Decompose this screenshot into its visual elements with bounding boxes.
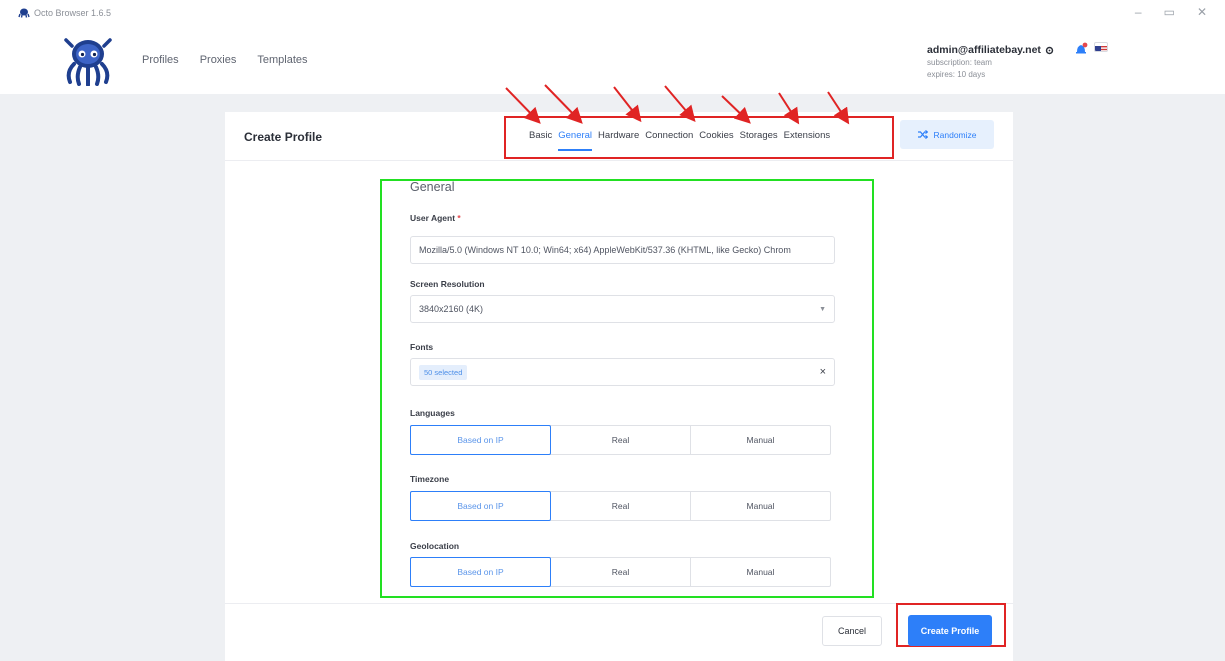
minimize-button[interactable]: – [1135,5,1142,19]
screen-resolution-select[interactable]: 3840x2160 (4K) ▼ [410,295,835,323]
window-controls: – ▭ ✕ [1135,5,1207,19]
required-marker: * [457,213,461,223]
window-titlebar: Octo Browser 1.6.5 – ▭ ✕ [0,0,1225,26]
app-header: Profiles Proxies Templates admin@affilia… [0,26,1225,94]
chevron-down-icon: ▼ [819,305,826,313]
app-title: Octo Browser 1.6.5 [18,8,111,18]
languages-option-based-on-ip[interactable]: Based on IP [410,425,551,455]
geolocation-option-based-on-ip[interactable]: Based on IP [410,557,551,587]
geolocation-option-real[interactable]: Real [551,558,691,586]
close-button[interactable]: ✕ [1197,5,1207,19]
section-title: General [410,180,455,194]
account-info: admin@affiliatebay.net subscription: tea… [927,44,1054,80]
user-agent-label-text: User Agent [410,213,456,223]
geolocation-segmented-control: Based on IP Real Manual [410,557,831,587]
clear-icon[interactable]: × [820,366,826,378]
main-nav: Profiles Proxies Templates [142,54,308,66]
screen-resolution-value: 3840x2160 (4K) [419,304,484,314]
timezone-option-real[interactable]: Real [551,492,691,520]
account-email: admin@affiliatebay.net [927,44,1041,56]
fonts-select[interactable]: 50 selected × [410,358,835,386]
randomize-button[interactable]: Randomize [900,120,994,149]
annotation-tabs-highlight [504,116,894,159]
geolocation-option-manual[interactable]: Manual [691,558,830,586]
timezone-label: Timezone [410,474,450,484]
subscription-text: subscription: team [927,58,992,67]
randomize-label: Randomize [933,129,977,140]
fonts-selected-chip: 50 selected [419,364,468,380]
panel-footer: Cancel Create Profile [225,603,1013,661]
nav-proxies[interactable]: Proxies [200,54,237,66]
account-email-row[interactable]: admin@affiliatebay.net [927,44,1054,56]
languages-label: Languages [410,408,455,418]
nav-templates[interactable]: Templates [257,54,307,66]
geolocation-label: Geolocation [410,541,460,551]
user-agent-input[interactable]: Mozilla/5.0 (Windows NT 10.0; Win64; x64… [410,236,835,264]
screen-resolution-label: Screen Resolution [410,279,485,289]
languages-option-real[interactable]: Real [551,426,691,454]
fonts-label: Fonts [410,342,434,352]
cancel-button[interactable]: Cancel [822,616,882,646]
us-flag-icon[interactable] [1094,42,1108,52]
timezone-option-based-on-ip[interactable]: Based on IP [410,491,551,521]
panel-header: Create Profile Basic General Hardware Co… [225,112,1013,161]
timezone-segmented-control: Based on IP Real Manual [410,491,831,521]
app-title-text: Octo Browser 1.6.5 [34,8,112,18]
page-title: Create Profile [244,130,323,144]
octopus-logo-icon [18,8,30,18]
notification-bell-icon[interactable] [1074,42,1088,56]
timezone-option-manual[interactable]: Manual [691,492,830,520]
gear-icon[interactable] [1045,46,1054,55]
user-agent-label: User Agent * [410,213,461,223]
create-profile-panel: Create Profile Basic General Hardware Co… [225,112,1013,661]
nav-profiles[interactable]: Profiles [142,54,179,66]
languages-segmented-control: Based on IP Real Manual [410,425,831,455]
shuffle-icon [917,130,928,139]
octopus-logo[interactable] [62,36,114,86]
expires-text: expires: 10 days [927,70,986,79]
restore-button[interactable]: ▭ [1164,5,1175,19]
languages-option-manual[interactable]: Manual [691,426,830,454]
create-profile-button[interactable]: Create Profile [908,615,992,646]
